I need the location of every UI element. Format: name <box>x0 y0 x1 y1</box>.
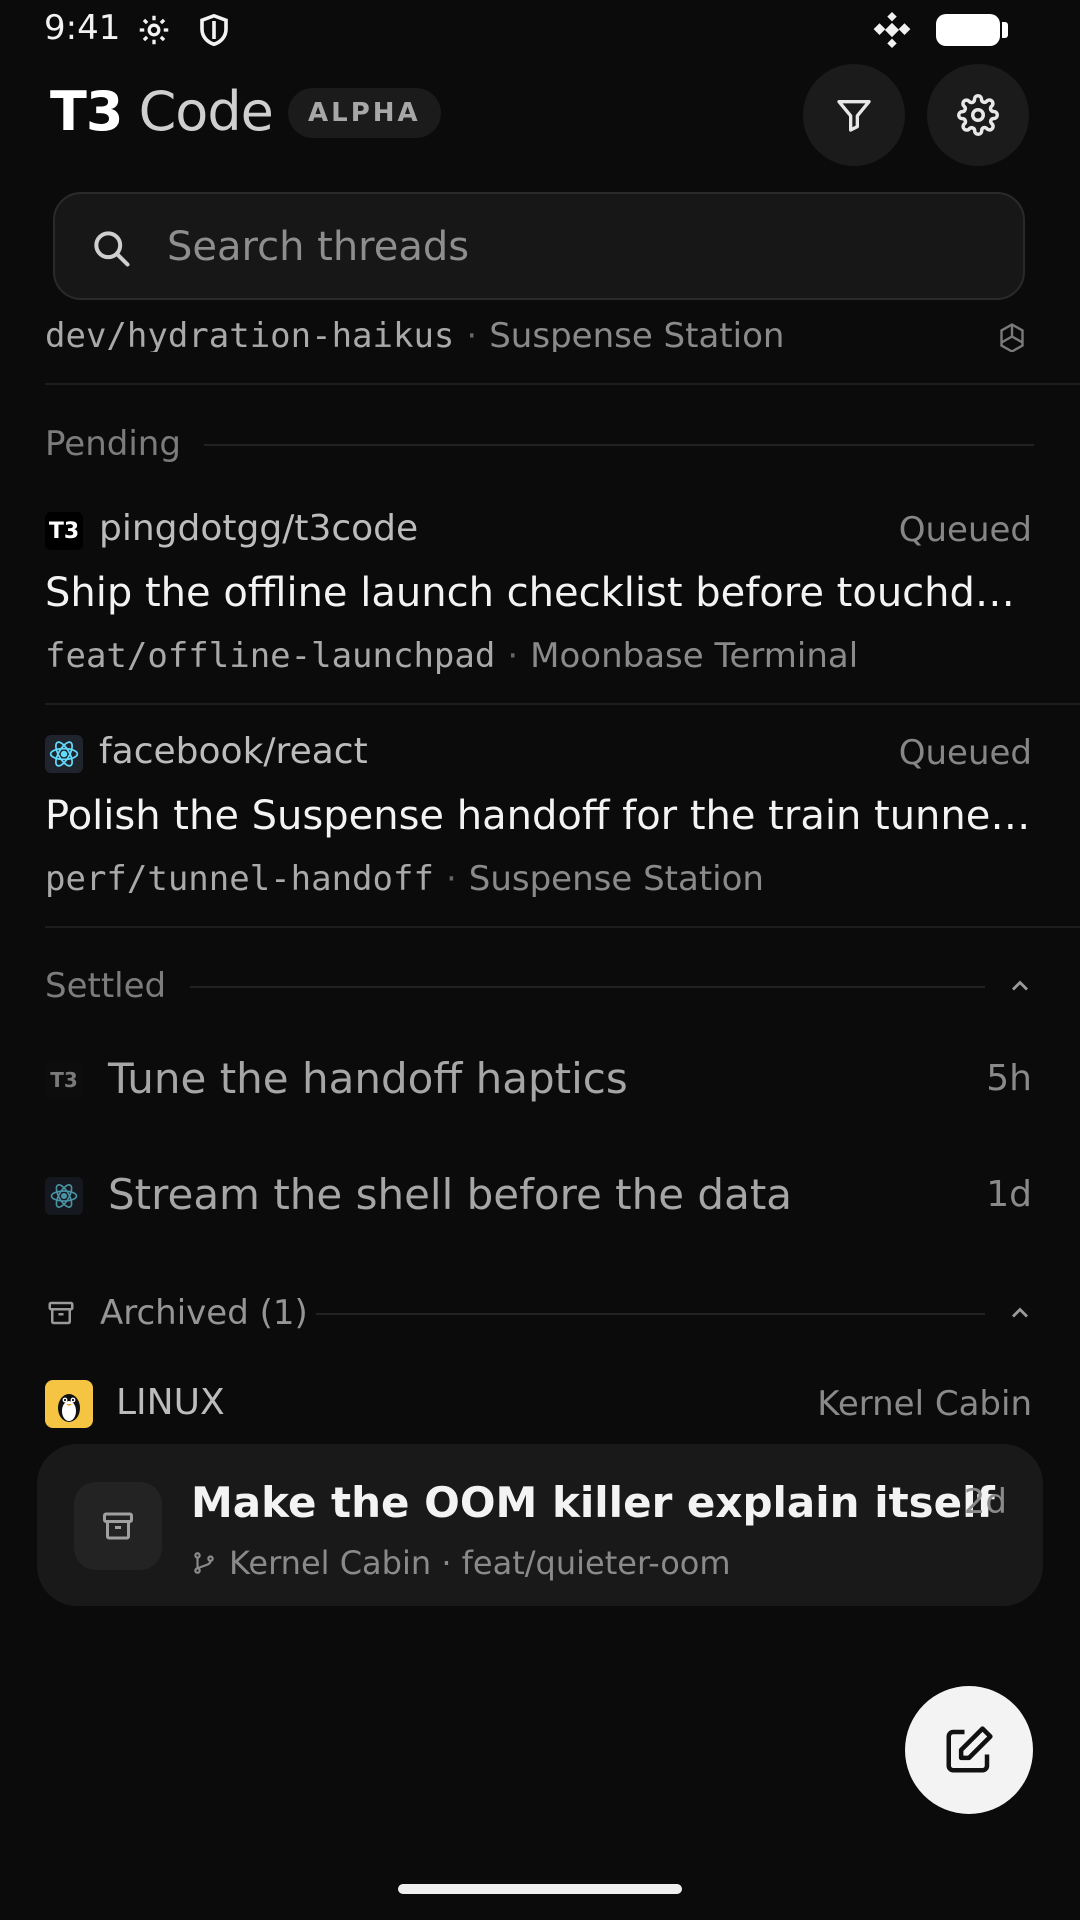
thread-age: 1d <box>986 1174 1032 1215</box>
thread-title: Polish the Suspense handoff for the trai… <box>45 793 1035 839</box>
status-badge: Queued <box>898 510 1032 550</box>
archive-icon <box>103 1512 133 1540</box>
alpha-badge: ALPHA <box>288 88 441 138</box>
thread-age: 2d <box>963 1482 1007 1522</box>
compose-button[interactable] <box>905 1686 1033 1814</box>
archived-group-header: LINUX Kernel Cabin <box>0 1376 1080 1432</box>
settled-row[interactable]: T3 Tune the handoff haptics 5h <box>0 1030 1080 1130</box>
thread-meta: feat/offline-launchpad · Moonbase Terminal <box>45 636 859 676</box>
settings-button[interactable] <box>927 64 1029 166</box>
filter-button[interactable] <box>803 64 905 166</box>
react-repo-icon <box>45 735 83 773</box>
settings-status-icon <box>139 15 169 45</box>
chevron-up-icon[interactable] <box>1006 1299 1034 1327</box>
filter-icon <box>837 100 871 132</box>
satellite-status-icon <box>873 11 911 49</box>
react-repo-icon <box>45 1177 83 1215</box>
thread-row-partial[interactable]: dev/hydration-haikus · Suspense Station <box>0 302 1080 352</box>
status-time: 9:41 <box>44 8 121 48</box>
archive-icon <box>48 1301 74 1325</box>
gear-icon <box>957 94 999 136</box>
row-divider <box>45 926 1080 928</box>
search-bar[interactable] <box>53 192 1025 300</box>
app-title: T3 Code <box>50 80 274 143</box>
section-label-pending: Pending <box>45 424 181 464</box>
chevron-up-icon[interactable] <box>1006 972 1034 1000</box>
battery-tip <box>1002 22 1008 38</box>
status-badge: Queued <box>898 733 1032 773</box>
row-divider <box>45 703 1080 705</box>
t3-repo-icon: T3 <box>45 1061 83 1099</box>
thread-title: Ship the offline launch checklist before… <box>45 570 1035 616</box>
archived-thread-card[interactable]: Make the OOM killer explain itself 2d Ke… <box>37 1444 1043 1606</box>
thread-row[interactable]: facebook/react Queued Polish the Suspens… <box>0 721 1080 921</box>
group-location: Kernel Cabin <box>817 1384 1032 1424</box>
section-label-archived: Archived (1) <box>100 1293 308 1333</box>
home-indicator[interactable] <box>398 1884 682 1894</box>
section-divider <box>204 444 1034 446</box>
repo-name: facebook/react <box>99 731 368 772</box>
thread-age: 5h <box>986 1058 1032 1099</box>
thread-title: Make the OOM killer explain itself <box>191 1478 995 1527</box>
edit-icon <box>946 1726 993 1773</box>
archive-badge <box>74 1482 162 1570</box>
search-input[interactable] <box>165 216 989 278</box>
section-divider <box>190 986 985 988</box>
git-branch-icon <box>194 1552 214 1574</box>
battery-icon <box>936 14 1000 46</box>
t3-repo-icon: T3 <box>45 512 83 550</box>
thread-title: Stream the shell before the data <box>108 1170 793 1219</box>
agent-icon <box>1000 323 1024 352</box>
search-icon <box>94 231 130 267</box>
thread-title: Tune the handoff haptics <box>108 1054 628 1103</box>
repo-name: pingdotgg/t3code <box>99 508 419 549</box>
thread-meta: dev/hydration-haikus · Suspense Station <box>45 316 785 352</box>
thread-meta: perf/tunnel-handoff · Suspense Station <box>45 859 764 899</box>
section-label-settled: Settled <box>45 966 167 1006</box>
thread-meta: Kernel Cabin · feat/quieter-oom <box>191 1544 731 1582</box>
section-divider <box>316 1313 985 1315</box>
linux-repo-icon <box>45 1380 93 1428</box>
thread-row[interactable]: T3 pingdotgg/t3code Queued Ship the offl… <box>0 498 1080 698</box>
settled-row[interactable]: Stream the shell before the data 1d <box>0 1146 1080 1246</box>
repo-name: LINUX <box>116 1382 225 1423</box>
shield-status-icon <box>200 13 228 47</box>
row-divider <box>45 383 1080 385</box>
